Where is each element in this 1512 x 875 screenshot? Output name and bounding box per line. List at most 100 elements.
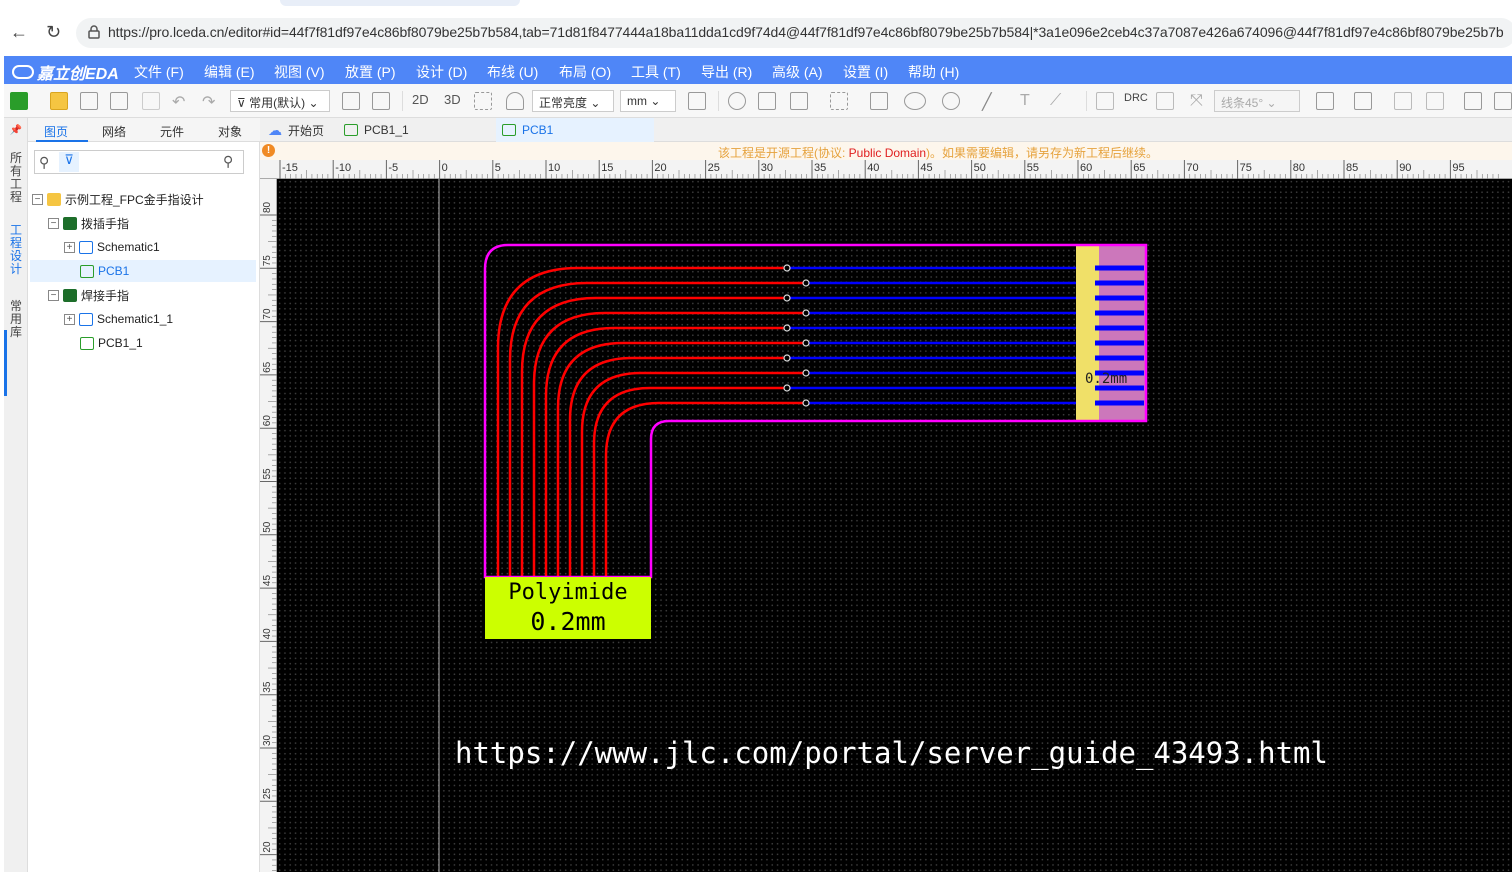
menu-design[interactable]: 设计 (D) (416, 62, 467, 82)
ruler-label: -10 (335, 162, 351, 174)
ruler-label: 75 (262, 255, 273, 267)
route-icon[interactable] (1096, 92, 1114, 110)
finger-pad-area[interactable] (1099, 245, 1146, 421)
menu-file[interactable]: 文件 (F) (134, 62, 184, 82)
image-icon[interactable] (1494, 92, 1512, 110)
cloud-icon: ☁ (268, 121, 282, 138)
save-all-icon[interactable] (110, 92, 128, 110)
collapse-icon[interactable]: − (32, 193, 43, 205)
tree-board2-schematic[interactable]: + Schematic1_1 (64, 308, 173, 330)
ruler-label: 60 (262, 415, 273, 427)
doc-tab-pcb1[interactable]: PCB1 (496, 118, 654, 142)
panel-tab-pages[interactable]: 图页 (44, 123, 68, 140)
site-info-icon[interactable] (86, 24, 102, 40)
tree-board1-pcb[interactable]: PCB1 (30, 260, 256, 282)
group-icon[interactable] (1464, 92, 1482, 110)
tab-project-design[interactable]: 工程设计 (8, 224, 24, 276)
line-icon[interactable]: ╱ (982, 92, 992, 111)
flip-icon[interactable] (1394, 92, 1412, 110)
url-text[interactable]: https://pro.lceda.cn/editor#id=44f7f81df… (108, 24, 1504, 40)
tab-all-projects[interactable]: 所有工程 (8, 152, 24, 204)
menu-settings[interactable]: 设置 (I) (843, 62, 888, 82)
tree-board2-pcb[interactable]: PCB1_1 (80, 332, 143, 354)
expand-icon[interactable]: + (64, 313, 75, 325)
menu-export[interactable]: 导出 (R) (701, 62, 752, 82)
menu-edit[interactable]: 编辑 (E) (204, 62, 255, 82)
zoom-fit-icon[interactable] (474, 92, 492, 110)
notice-message: 该工程是开源工程(协议: Public Domain)。如果需要编辑，请另存为新… (718, 144, 1158, 161)
new-file-icon[interactable] (10, 92, 28, 110)
panel-tab-objects[interactable]: 对象 (218, 123, 242, 140)
ruler-label: 50 (974, 162, 986, 174)
gold-finger-pad (1095, 340, 1144, 346)
ruler-label: 0 (442, 162, 448, 174)
view-2d-button[interactable]: 2D (412, 92, 429, 110)
doc-tab-pcb1-1-label: PCB1_1 (364, 123, 409, 137)
ruler-label: 75 (1240, 162, 1252, 174)
menu-layout[interactable]: 布局 (O) (559, 62, 611, 82)
tab-common-library[interactable]: 常用库 (8, 300, 24, 339)
align-icon[interactable] (1316, 92, 1334, 110)
view-3d-button[interactable]: 3D (444, 92, 461, 110)
distribute-icon[interactable] (1354, 92, 1372, 110)
menu-advanced[interactable]: 高级 (A) (772, 62, 823, 82)
save-icon[interactable] (80, 92, 98, 110)
menu-place[interactable]: 放置 (P) (345, 62, 396, 82)
menu-help[interactable]: 帮助 (H) (908, 62, 959, 82)
filter-select[interactable]: ⊽ 常用(默认) ⌄ (230, 90, 330, 112)
tree-project[interactable]: − 示例工程_FPC金手指设计 (32, 188, 204, 210)
collapse-icon[interactable]: − (48, 217, 59, 229)
find-icon[interactable] (372, 92, 390, 110)
mirror-icon[interactable] (1426, 92, 1444, 110)
panel-tab-nets[interactable]: 网络 (102, 123, 126, 140)
brightness-select[interactable]: 正常亮度 ⌄ (532, 90, 614, 112)
pcb-drawing[interactable]: Polyimide 0.2mm 0.2mm https://www.jlc.co… (277, 179, 1512, 872)
panel-search-input[interactable] (83, 153, 223, 171)
pin-panel-icon[interactable]: 📌 (8, 124, 24, 137)
doc-tab-pcb1-1[interactable]: PCB1_1 (338, 118, 494, 142)
print-icon[interactable] (142, 92, 160, 110)
back-arrow-icon[interactable]: ← (10, 22, 28, 42)
pin-icon[interactable] (758, 92, 776, 110)
no-icon[interactable] (942, 92, 960, 110)
filter-icon[interactable]: ⊽ (59, 152, 79, 172)
collapse-icon[interactable]: − (48, 289, 59, 301)
diff-pair-icon[interactable] (1156, 92, 1174, 110)
tree-board1-schematic[interactable]: + Schematic1 (64, 236, 160, 258)
brightness-icon[interactable] (506, 92, 524, 110)
open-folder-icon[interactable] (50, 92, 68, 110)
panel-tab-components[interactable]: 元件 (160, 123, 184, 140)
stiffener-area[interactable] (1076, 245, 1099, 421)
toolbar-separator (718, 91, 719, 111)
cloud-logo-icon (12, 65, 34, 79)
polygon-icon[interactable] (870, 92, 888, 110)
doc-tab-start[interactable]: ☁ 开始页 (262, 118, 330, 142)
line-angle-select[interactable]: 线条45° ⌄ (1214, 90, 1300, 112)
search-submit-icon[interactable]: ⚲ (223, 153, 233, 170)
tree-board1[interactable]: − 拨插手指 (48, 212, 129, 234)
text-icon[interactable]: T (1020, 92, 1030, 110)
rect-icon[interactable] (790, 92, 808, 110)
undo-icon[interactable]: ↶ (172, 92, 185, 111)
redo-icon[interactable]: ↷ (202, 92, 215, 111)
auto-route-icon[interactable]: ⤧ (1190, 92, 1203, 110)
measure-icon[interactable]: ⟋ (1050, 92, 1061, 110)
ruler-label: 30 (761, 162, 773, 174)
ellipse-icon[interactable] (904, 92, 926, 110)
region-icon[interactable] (830, 92, 848, 110)
pcb-canvas[interactable]: Polyimide 0.2mm 0.2mm https://www.jlc.co… (277, 179, 1512, 872)
search-icon[interactable]: ⚲ (39, 154, 49, 171)
drc-button[interactable]: DRC (1124, 92, 1148, 110)
grid-layout-icon[interactable] (342, 92, 360, 110)
tree-board2[interactable]: − 焊接手指 (48, 284, 129, 306)
menu-tools[interactable]: 工具 (T) (631, 62, 681, 82)
menu-route[interactable]: 布线 (U) (487, 62, 538, 82)
grid-icon[interactable] (688, 92, 706, 110)
via-icon[interactable] (728, 92, 746, 110)
menu-view[interactable]: 视图 (V) (274, 62, 325, 82)
expand-icon[interactable]: + (64, 241, 75, 253)
reload-icon[interactable]: ↻ (46, 22, 61, 42)
unit-select[interactable]: mm ⌄ (620, 90, 676, 112)
vertical-ruler: 80 75 70 65 60 55 50 45 40 35 30 25 20 (260, 179, 277, 872)
browser-tab[interactable] (280, 0, 520, 6)
